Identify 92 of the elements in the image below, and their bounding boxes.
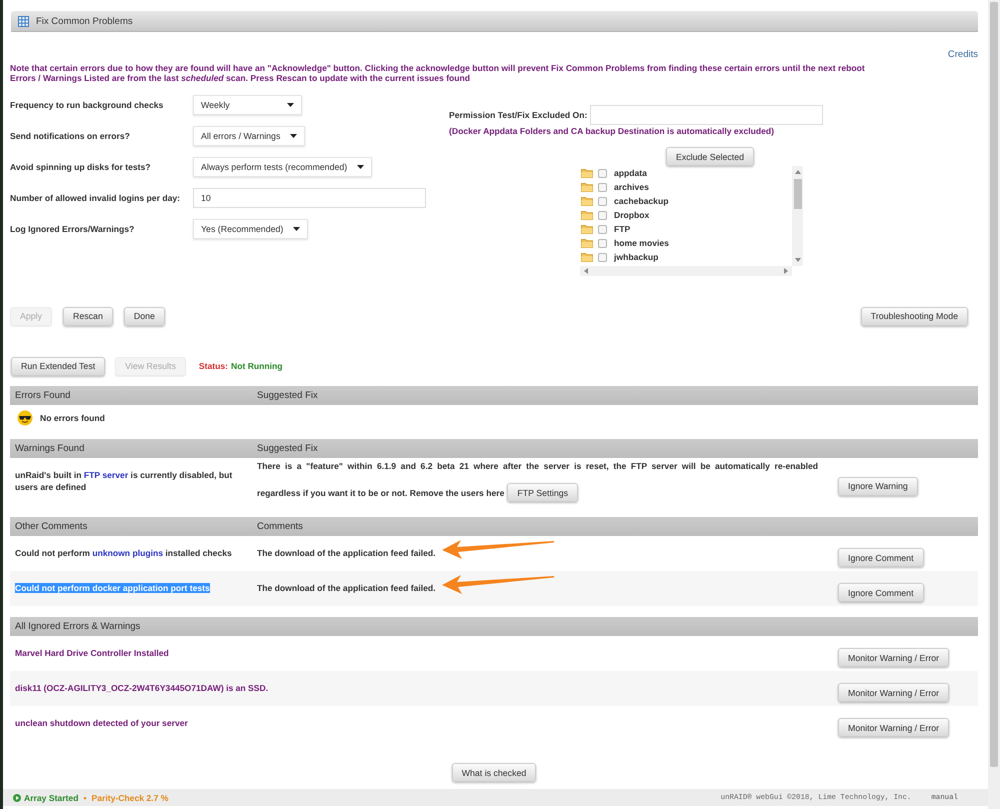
folder-icon (581, 238, 593, 248)
play-circle-icon (13, 794, 21, 802)
monitor-button[interactable]: Monitor Warning / Error (838, 683, 950, 702)
checkbox[interactable] (598, 238, 607, 248)
column-header: All Ignored Errors & Warnings (14, 621, 142, 632)
monitor-button[interactable]: Monitor Warning / Error (838, 718, 950, 737)
folder-icon (581, 252, 593, 262)
issue-text: unRaid's built in FTP server is currently disabled, but users are defined (15, 470, 232, 492)
select-dropdown[interactable]: Weekly (193, 94, 302, 114)
folder-icon (581, 182, 593, 192)
scrollbar[interactable] (792, 166, 803, 266)
fix-text: The download of the application feed failed. (257, 583, 436, 593)
checks-info-button[interactable]: What is checked (452, 763, 536, 782)
column-header: Suggested Fix (256, 443, 319, 454)
field-label: Log Ignored Errors/Warnings? (10, 224, 136, 234)
checkbox[interactable] (598, 252, 607, 262)
folder-name[interactable]: archives (614, 182, 649, 192)
folder-name[interactable]: jwhbackup (614, 252, 658, 262)
folder-icon (581, 168, 593, 178)
column-header: Other Comments (14, 521, 88, 532)
troubleshooting-button[interactable]: Troubleshooting Mode (860, 306, 968, 326)
folder-name[interactable]: FTP (614, 224, 630, 234)
field-label: Frequency to run background checks (10, 100, 164, 110)
folder-name[interactable]: cachebackup (614, 196, 668, 206)
folder-name[interactable]: Dropbox (614, 210, 650, 220)
scroll-left-icon[interactable] (583, 268, 589, 274)
scrollbar[interactable] (580, 266, 792, 276)
note-text: Note that certain errors due to how they are found will have an "Acknowledge" button. Clicking the acknowledge button will prevent Fix Common Problems from finding these certain errors until the next reboot (10, 63, 866, 73)
ignore-button[interactable]: Ignore Comment (838, 548, 924, 567)
settings-button[interactable]: FTP Settings (507, 483, 578, 502)
select-dropdown[interactable]: Yes (Recommended) (193, 218, 308, 238)
folder-name[interactable]: home movies (614, 238, 669, 248)
note-text: Errors / Warnings Listed are from the last scheduled scan. Press Rescan to update with the current issues found (10, 73, 472, 83)
fix-text: There is a "feature" within 6.1.9 and 6.2 beta 21 where after the server is reset, the FTP server will be automatically re-enabled (257, 460, 818, 472)
column-header: Comments (256, 521, 304, 532)
fix-text: The download of the application feed failed. (257, 548, 436, 558)
column-header: Suggested Fix (256, 390, 319, 401)
input-field[interactable] (590, 105, 824, 125)
ignored-issue-text: unclean shutdown detected of your server (15, 718, 188, 728)
select-dropdown[interactable]: All errors / Warnings (193, 126, 306, 146)
caret-icon (287, 102, 294, 106)
caret-icon (357, 164, 364, 168)
folder-icon (581, 224, 593, 234)
input-field[interactable]: 10 (193, 188, 426, 208)
checkbox[interactable] (598, 224, 607, 234)
link[interactable]: FTP server (84, 470, 128, 480)
exclude-button[interactable]: Exclude Selected (666, 147, 754, 166)
caret-icon (293, 226, 300, 230)
scrollbar-thumb[interactable] (990, 2, 998, 767)
select-dropdown[interactable]: Always perform tests (recommended) (193, 156, 372, 176)
action-button[interactable]: Done (124, 306, 165, 326)
scroll-right-icon[interactable] (783, 268, 789, 274)
field-label: Send notifications on errors? (10, 130, 131, 140)
checkbox[interactable] (598, 196, 607, 206)
scrollbar-thumb[interactable] (794, 179, 802, 209)
ignore-button[interactable]: Ignore Warning (838, 476, 918, 496)
ignored-issue-text: Marvel Hard Drive Controller Installed (15, 648, 169, 658)
checkbox[interactable] (598, 168, 607, 178)
monitor-button[interactable]: Monitor Warning / Error (838, 648, 950, 667)
grid-icon (18, 16, 29, 26)
status-value: Not Running (231, 361, 283, 371)
scrollbar[interactable] (988, 0, 1000, 809)
column-header: Warnings Found (14, 443, 86, 454)
panel-title: Fix Common Problems (36, 16, 133, 26)
action-button[interactable]: Rescan (63, 306, 113, 326)
scroll-up-icon[interactable] (794, 169, 800, 175)
field-label: Avoid spinning up disks for tests? (10, 162, 152, 172)
checkbox[interactable] (598, 182, 607, 192)
separator-dot: • (83, 792, 86, 802)
test-button[interactable]: Run Extended Test (11, 356, 106, 376)
folder-icon (581, 196, 593, 206)
status-label: Status: (198, 361, 228, 371)
folder-name[interactable]: appdata (614, 168, 647, 178)
fix-text: regardless if you want it to be or not. Remove the users here (257, 486, 504, 498)
caret-icon (290, 134, 298, 138)
ignored-issue-text: disk11 (OCZ-AGILITY3_OCZ-2W4T6Y3445O71DAW) is an SSD. (15, 683, 268, 693)
checkbox[interactable] (598, 210, 607, 220)
folder-icon (581, 210, 593, 220)
issue-text: Could not perform unknown plugins installed checks (15, 548, 232, 558)
issue-text: Could not perform docker application port tests (15, 583, 210, 593)
array-status: Array Started (24, 792, 78, 802)
credits-link[interactable]: Credits (948, 49, 978, 59)
scroll-down-icon[interactable] (794, 257, 800, 263)
hint-text: (Docker Appdata Folders and CA backup Destination is automatically excluded) (449, 126, 776, 136)
field-label: Number of allowed invalid logins per day: (10, 192, 181, 202)
column-header: Errors Found (14, 390, 72, 401)
sunglasses-smiley-icon (17, 410, 33, 426)
link[interactable]: unknown plugins (92, 548, 163, 558)
parity-status: Parity-Check 2.7 % (91, 792, 168, 802)
field-label: Permission Test/Fix Excluded On: (449, 110, 588, 120)
ignore-button[interactable]: Ignore Comment (838, 583, 924, 602)
status-message: No errors found (40, 413, 105, 423)
